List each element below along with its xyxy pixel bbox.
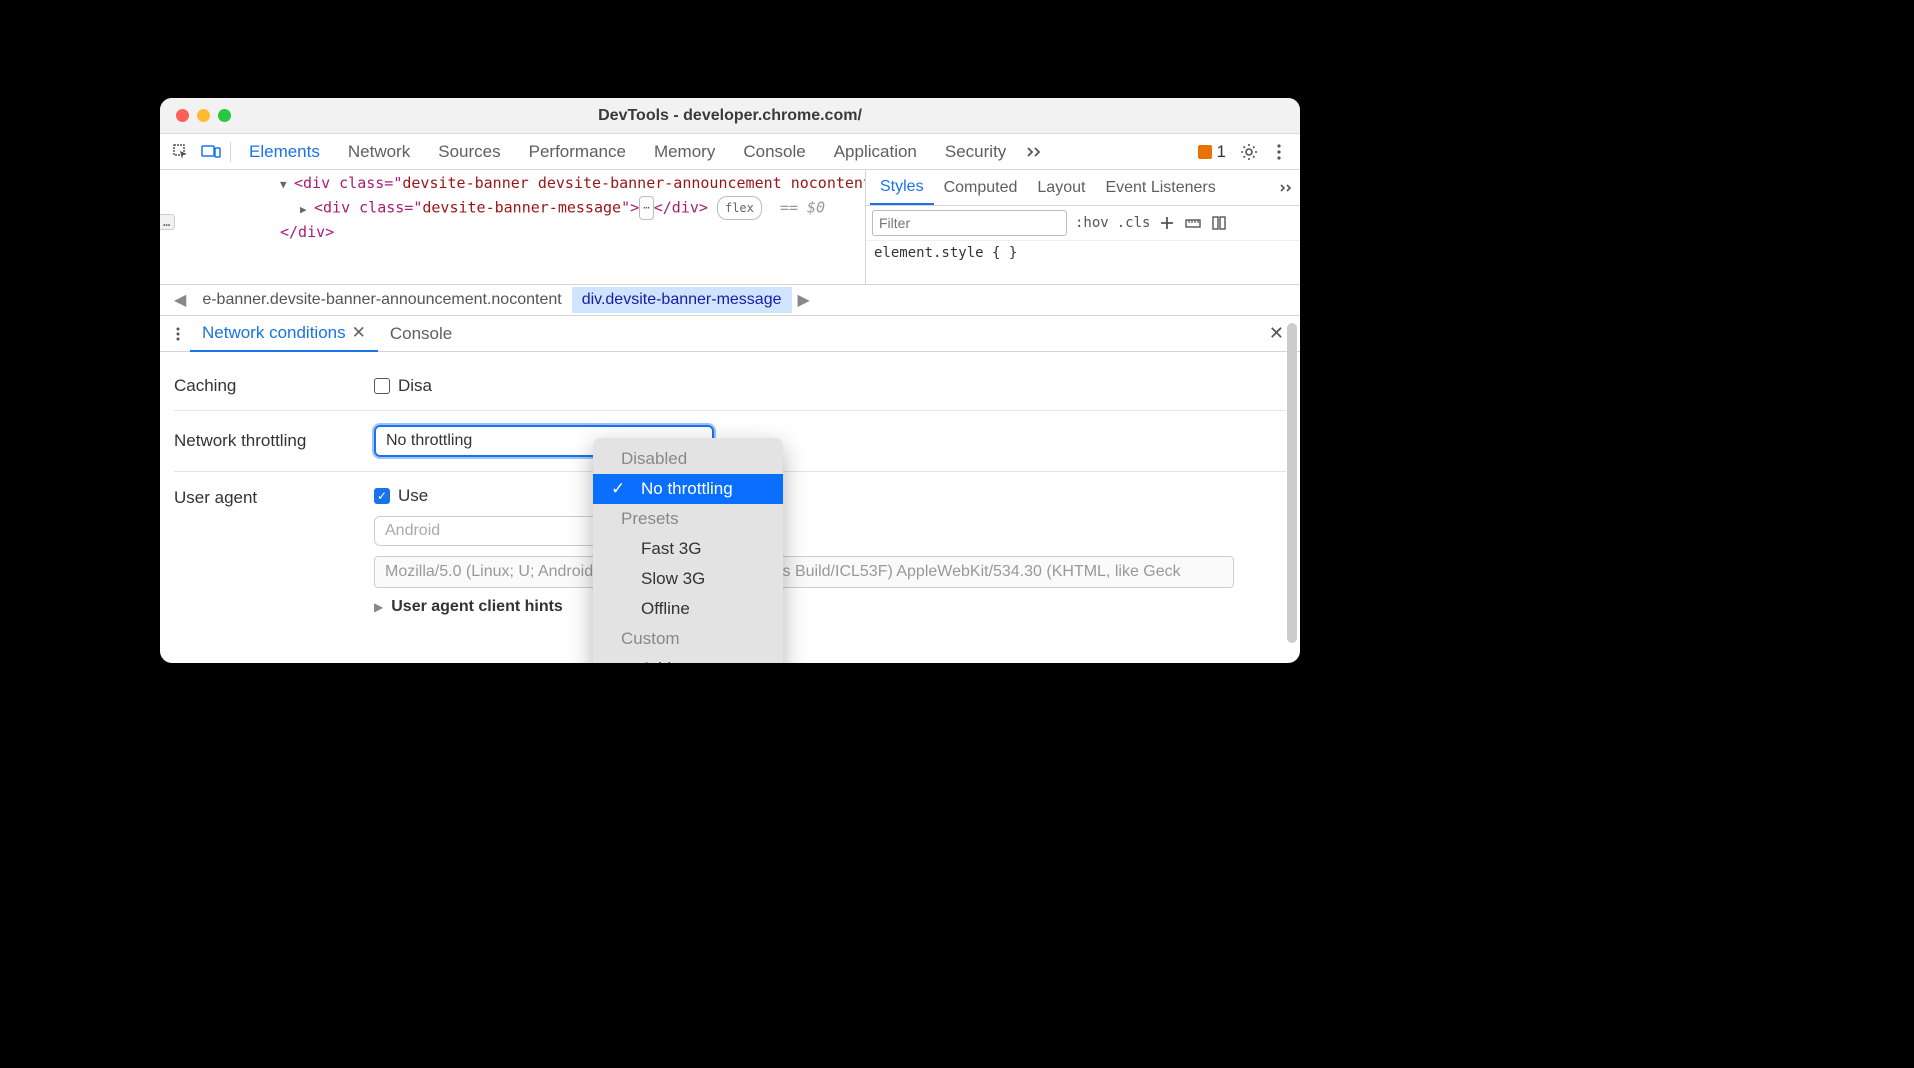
dropdown-item-add[interactable]: Add…	[593, 654, 783, 663]
main-split: … ▼<div class="devsite-banner devsite-ba…	[160, 170, 1300, 284]
drawer-menu-icon[interactable]	[166, 327, 190, 341]
ua-string-input[interactable]	[374, 556, 1234, 588]
hov-toggle[interactable]: :hov	[1075, 215, 1109, 231]
breadcrumb-item-selected[interactable]: div.devsite-banner-message	[572, 287, 792, 313]
close-tab-icon[interactable]: ✕	[352, 323, 366, 343]
close-window-button[interactable]	[176, 109, 189, 122]
styles-tabs: Styles Computed Layout Event Listeners	[866, 170, 1300, 206]
minimize-window-button[interactable]	[197, 109, 210, 122]
dom-node[interactable]: </div>	[280, 221, 865, 243]
dropdown-group-disabled: Disabled	[593, 444, 783, 474]
traffic-lights	[160, 109, 231, 122]
more-tabs-icon[interactable]	[1020, 137, 1050, 167]
tab-memory[interactable]: Memory	[640, 135, 729, 169]
dropdown-item-offline[interactable]: Offline	[593, 594, 783, 624]
issues-count: 1	[1217, 142, 1226, 162]
tab-console[interactable]: Console	[729, 135, 819, 169]
new-rule-icon[interactable]	[1158, 214, 1176, 232]
breadcrumb: ◀ e-banner.devsite-banner-announcement.n…	[160, 284, 1300, 316]
devtools-window: DevTools - developer.chrome.com/ Element…	[160, 98, 1300, 663]
tab-sources[interactable]: Sources	[424, 135, 514, 169]
settings-icon[interactable]	[1234, 137, 1264, 167]
styles-toolbar: :hov .cls	[866, 206, 1300, 241]
tab-elements[interactable]: Elements	[235, 135, 334, 169]
ellipsis-icon[interactable]: ⋯	[639, 196, 654, 220]
kebab-menu-icon[interactable]	[1264, 137, 1294, 167]
user-agent-label: User agent	[174, 486, 374, 508]
element-style-block[interactable]: element.style { }	[866, 241, 1300, 265]
dom-node[interactable]: ▶<div class="devsite-banner-message">⋯</…	[280, 196, 865, 221]
issues-badge[interactable]: 1	[1190, 142, 1234, 162]
tab-styles[interactable]: Styles	[870, 171, 934, 205]
drawer-tabs: Network conditions ✕ Console ✕	[160, 316, 1300, 352]
tab-application[interactable]: Application	[820, 135, 931, 169]
window-title: DevTools - developer.chrome.com/	[160, 107, 1300, 125]
flex-editor-icon[interactable]	[1210, 214, 1228, 232]
dropdown-item-no-throttling[interactable]: No throttling	[593, 474, 783, 504]
use-default-ua-checkbox[interactable]: ✓	[374, 488, 390, 504]
tab-computed[interactable]: Computed	[934, 172, 1028, 204]
tab-security[interactable]: Security	[931, 135, 1020, 169]
tab-network[interactable]: Network	[334, 135, 424, 169]
throttling-value: No throttling	[386, 432, 472, 450]
inspect-element-icon[interactable]	[166, 137, 196, 167]
cls-toggle[interactable]: .cls	[1117, 215, 1151, 231]
caching-label: Caching	[174, 376, 374, 396]
styles-filter-input[interactable]	[872, 210, 1067, 236]
styles-panel: Styles Computed Layout Event Listeners :…	[865, 170, 1300, 284]
tab-event-listeners[interactable]: Event Listeners	[1095, 172, 1225, 204]
breadcrumb-next-icon[interactable]: ▶	[792, 290, 816, 310]
flex-badge[interactable]: flex	[717, 196, 762, 220]
disable-cache-checkbox[interactable]	[374, 378, 390, 394]
dropdown-item-fast-3g[interactable]: Fast 3G	[593, 534, 783, 564]
drawer-tab-network-conditions[interactable]: Network conditions ✕	[190, 316, 378, 352]
toolbar-divider	[230, 142, 231, 162]
console-ref: == $0	[780, 199, 825, 217]
throttling-label: Network throttling	[174, 431, 374, 451]
throttling-dropdown: Disabled No throttling Presets Fast 3G S…	[593, 438, 783, 663]
overflow-indicator: …	[160, 214, 175, 230]
device-toolbar-icon[interactable]	[196, 137, 226, 167]
ua-preset-value: Android	[385, 522, 440, 540]
disable-cache-label: Disa	[398, 376, 432, 396]
dropdown-item-slow-3g[interactable]: Slow 3G	[593, 564, 783, 594]
use-default-ua-label: Use	[398, 486, 428, 506]
drawer-tab-console[interactable]: Console	[378, 317, 464, 351]
disclosure-triangle-icon: ▶	[374, 600, 383, 614]
ruler-icon[interactable]	[1184, 214, 1202, 232]
dropdown-group-custom: Custom	[593, 624, 783, 654]
client-hints-row[interactable]: ▶ User agent client hints earn more	[374, 598, 1286, 616]
drawer-close-icon[interactable]: ✕	[1269, 323, 1294, 344]
client-hints-label: User agent client hints	[391, 598, 563, 616]
issue-icon	[1198, 145, 1212, 159]
caching-row: Caching Disa	[174, 362, 1286, 411]
breadcrumb-prev-icon[interactable]: ◀	[168, 290, 192, 310]
more-tabs-icon[interactable]	[1278, 179, 1296, 197]
dom-node[interactable]: ▼<div class="devsite-banner devsite-bann…	[280, 172, 865, 196]
elements-tree[interactable]: … ▼<div class="devsite-banner devsite-ba…	[160, 170, 865, 284]
breadcrumb-item[interactable]: e-banner.devsite-banner-announcement.noc…	[192, 287, 571, 313]
tab-layout[interactable]: Layout	[1027, 172, 1095, 204]
dropdown-group-presets: Presets	[593, 504, 783, 534]
zoom-window-button[interactable]	[218, 109, 231, 122]
tab-performance[interactable]: Performance	[515, 135, 640, 169]
titlebar: DevTools - developer.chrome.com/	[160, 98, 1300, 134]
main-toolbar: Elements Network Sources Performance Mem…	[160, 134, 1300, 170]
